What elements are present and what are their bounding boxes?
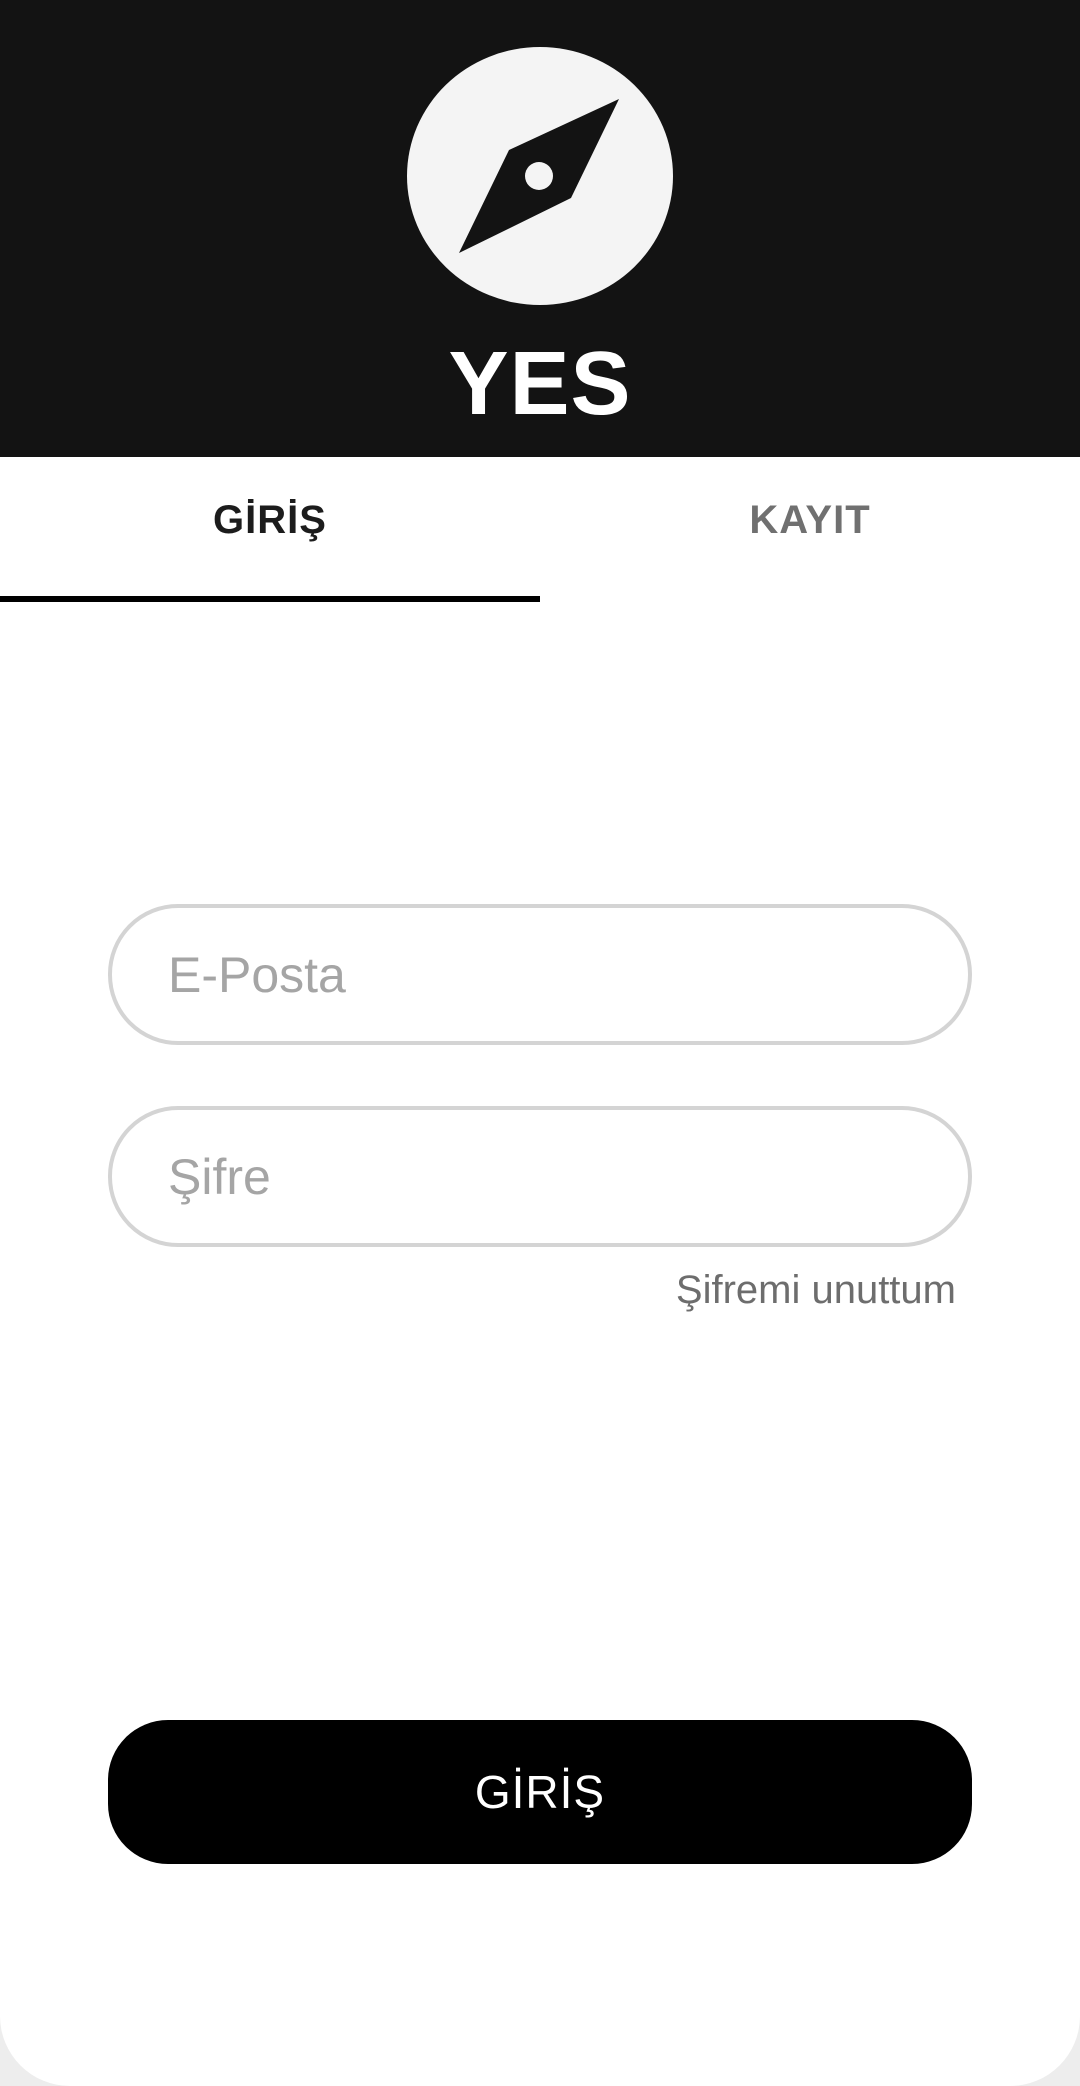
login-button[interactable]: GİRİŞ	[108, 1720, 972, 1864]
forgot-password-link[interactable]: Şifremi unuttum	[676, 1268, 956, 1313]
header: YES	[0, 0, 1080, 457]
email-input[interactable]	[112, 908, 968, 1041]
active-tab-indicator	[0, 596, 540, 602]
tab-register-label: KAYIT	[749, 498, 871, 542]
tab-register[interactable]: KAYIT	[540, 457, 1080, 602]
password-field-wrapper	[108, 1106, 972, 1247]
email-field-wrapper	[108, 904, 972, 1045]
compass-icon	[407, 47, 673, 305]
tab-login-label: GİRİŞ	[213, 498, 327, 542]
auth-tabs: GİRİŞ KAYIT	[0, 457, 1080, 602]
brand-name: YES	[448, 334, 632, 434]
password-input[interactable]	[112, 1110, 968, 1243]
login-screen: YES GİRİŞ KAYIT Şifremi unuttum GİRİŞ	[0, 0, 1080, 2086]
tab-login[interactable]: GİRİŞ	[0, 457, 540, 602]
